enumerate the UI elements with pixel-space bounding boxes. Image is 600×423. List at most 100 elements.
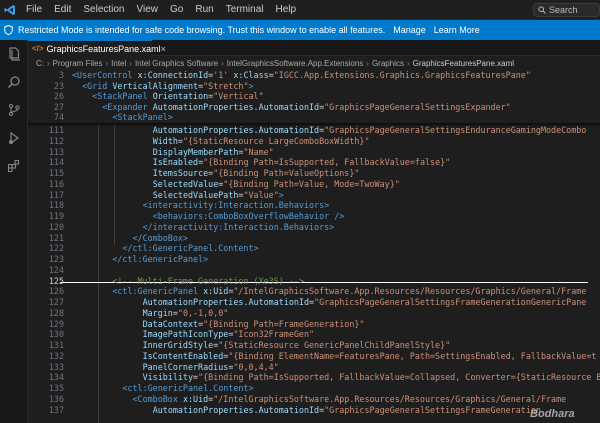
code-token: AutomationProperties.AutomationId — [142, 297, 309, 307]
code-text: <StackPanel Orientation="Vertical" — [72, 91, 263, 102]
code-line[interactable]: 126 <ctl:GenericPanel x:Uid="/IntelGraph… — [28, 286, 600, 297]
source-control-icon[interactable] — [0, 96, 28, 124]
code-token: "{StaticResource LargeComboBoxWidth}" — [182, 135, 370, 146]
breadcrumb-item[interactable]: C: — [36, 59, 44, 68]
code-line[interactable]: 122 </ctl:GenericPanel.Content> — [28, 243, 600, 254]
line-number: 112 — [48, 135, 64, 146]
line-number: 135 — [48, 383, 64, 393]
code-text: Visibility="{Binding Path=IsSupported, F… — [72, 372, 600, 383]
explorer-icon[interactable] — [0, 40, 28, 68]
code-token: <Expander — [102, 101, 153, 112]
menu-item-selection[interactable]: Selection — [77, 0, 130, 20]
search-box[interactable]: Search — [533, 3, 600, 17]
menu-item-edit[interactable]: Edit — [48, 0, 77, 20]
menu-item-view[interactable]: View — [131, 0, 165, 20]
code-line[interactable]: 128 Margin="0,-1,0,0" — [28, 308, 600, 319]
code-token: x:Uid — [182, 393, 209, 404]
code-editor[interactable]: 111 AutomationProperties.AutomationId="G… — [28, 70, 600, 423]
sticky-scroll-line[interactable]: 23 <Grid VerticalAlignment="Stretch"> — [28, 80, 600, 92]
menu-item-file[interactable]: File — [20, 0, 48, 20]
code-line[interactable]: 127 AutomationProperties.AutomationId="G… — [28, 297, 600, 308]
line-number: 127 — [48, 297, 64, 307]
search-icon[interactable] — [0, 68, 28, 96]
sticky-scroll-line[interactable]: 74 <StackPanel> — [28, 112, 600, 123]
code-line[interactable]: 134 Visibility="{Binding Path=IsSupporte… — [28, 372, 600, 383]
code-text: PanelCornerRadius="0,0,4,4" — [72, 362, 279, 373]
code-token: </ctl:GenericPanel.Content> — [122, 243, 259, 254]
code-line[interactable]: 117 SelectedValuePath="Value"> — [28, 190, 600, 201]
menu-item-go[interactable]: Go — [164, 0, 189, 20]
code-line[interactable]: 121 </ComboBox> — [28, 233, 600, 244]
breadcrumb-item[interactable]: Intel — [111, 59, 126, 68]
breadcrumb-item[interactable]: Program Files — [53, 59, 103, 68]
code-line[interactable]: 129 DataContext="{Binding Path=FrameGene… — [28, 319, 600, 330]
code-text: <ComboBox x:Uid="/IntelGraphicsSoftware.… — [72, 393, 567, 405]
restricted-mode-banner: Restricted Mode is intended for safe cod… — [0, 20, 600, 40]
code-line[interactable]: 133 PanelCornerRadius="0,0,4,4" — [28, 362, 600, 373]
chevron-right-icon: › — [406, 58, 410, 68]
code-line[interactable]: 113 DisplayMemberPath="Name" — [28, 147, 600, 158]
code-token: <ctl:GenericPanel — [112, 286, 204, 297]
code-line[interactable]: 112 Width="{StaticResource LargeComboBox… — [28, 136, 600, 147]
code-line[interactable]: 137 AutomationProperties.AutomationId="G… — [28, 405, 600, 416]
code-line[interactable]: 124 — [28, 265, 600, 276]
code-line[interactable]: 119 <behaviors:ComboBoxOverflowBehavior … — [28, 211, 600, 222]
breadcrumb-item[interactable]: IntelGraphicsSoftware.App.Extensions — [227, 59, 364, 68]
code-line[interactable]: 118 <interactivity:Interaction.Behaviors… — [28, 200, 600, 211]
code-line[interactable]: 131 InnerGridStyle="{StaticResource Gene… — [28, 340, 600, 351]
code-text: <Grid VerticalAlignment="Stretch"> — [72, 80, 253, 92]
code-line[interactable]: 116 SelectedValue="{Binding Path=Value, … — [28, 179, 600, 190]
code-line[interactable]: 123 </ctl:GenericPanel> — [28, 254, 600, 265]
tab-graphics-features-pane[interactable]: </> GraphicsFeaturesPane.xaml × — [28, 40, 166, 56]
code-token: "Stretch" — [203, 80, 249, 91]
restricted-mode-text: Restricted Mode is intended for safe cod… — [18, 25, 386, 35]
code-line[interactable]: 125 <!-- Multi-Frame Generation (Xe3S) -… — [28, 276, 600, 287]
code-token: <StackPanel — [92, 91, 153, 101]
breadcrumb-item[interactable]: Graphics — [372, 59, 404, 68]
line-number: 122 — [48, 243, 64, 254]
line-number: 130 — [48, 329, 64, 340]
code-text: <StackPanel> — [72, 112, 173, 123]
extensions-icon[interactable] — [0, 152, 28, 180]
code-line[interactable]: 132 IsContentEnabled="{Binding ElementNa… — [28, 351, 600, 362]
code-token: <!-- Multi-Frame Generation (Xe3S) --> — [112, 275, 304, 286]
code-line[interactable]: 130 ImagePathIconType="Icon32FrameGen" — [28, 329, 600, 340]
code-text: </interactivity:Interaction.Behaviors> — [72, 222, 335, 233]
code-line[interactable]: 115 ItemsSource="{Binding Path=ValueOpti… — [28, 168, 600, 179]
sticky-scroll-line[interactable]: 26 <StackPanel Orientation="Vertical" — [28, 91, 600, 102]
code-line[interactable]: 135 <ctl:GenericPanel.Content> — [28, 383, 600, 394]
code-token: x:Class — [228, 70, 269, 80]
sticky-scroll-line[interactable]: 3 <UserControl x:ConnectionId='1' x:Class… — [28, 70, 600, 81]
code-token: <interactivity:Interaction.Behaviors> — [142, 200, 330, 211]
code-token: > — [278, 189, 284, 200]
code-line[interactable]: 114 IsEnabled="{Binding Path=IsSupported… — [28, 157, 600, 168]
breadcrumb-item[interactable]: GraphicsFeaturesPane.xaml — [413, 59, 514, 68]
manage-link[interactable]: Manage — [393, 25, 426, 35]
menu-item-run[interactable]: Run — [189, 0, 219, 20]
code-line[interactable]: 120 </interactivity:Interaction.Behavior… — [28, 222, 600, 233]
menu-item-help[interactable]: Help — [270, 0, 303, 20]
code-line[interactable]: 136 <ComboBox x:Uid="/IntelGraphicsSoftw… — [28, 394, 600, 405]
learn-more-link[interactable]: Learn More — [434, 25, 480, 35]
run-debug-icon[interactable] — [0, 124, 28, 152]
menu-item-terminal[interactable]: Terminal — [220, 0, 270, 20]
code-token: <behaviors:ComboBoxOverflowBehavior /> — [152, 211, 345, 221]
close-icon[interactable]: × — [161, 44, 166, 54]
sticky-scroll-line[interactable]: 27 <Expander AutomationProperties.Automa… — [28, 101, 600, 113]
code-token: "{Binding Path=Value, Mode=TwoWay}" — [223, 178, 400, 189]
line-number: 137 — [48, 404, 64, 415]
code-token: x:Uid — [203, 286, 229, 297]
breadcrumb-item[interactable]: Intel Graphics Software — [135, 59, 218, 68]
code-text: </ctl:GenericPanel.Content> — [72, 243, 259, 254]
code-token: Margin — [142, 307, 173, 318]
